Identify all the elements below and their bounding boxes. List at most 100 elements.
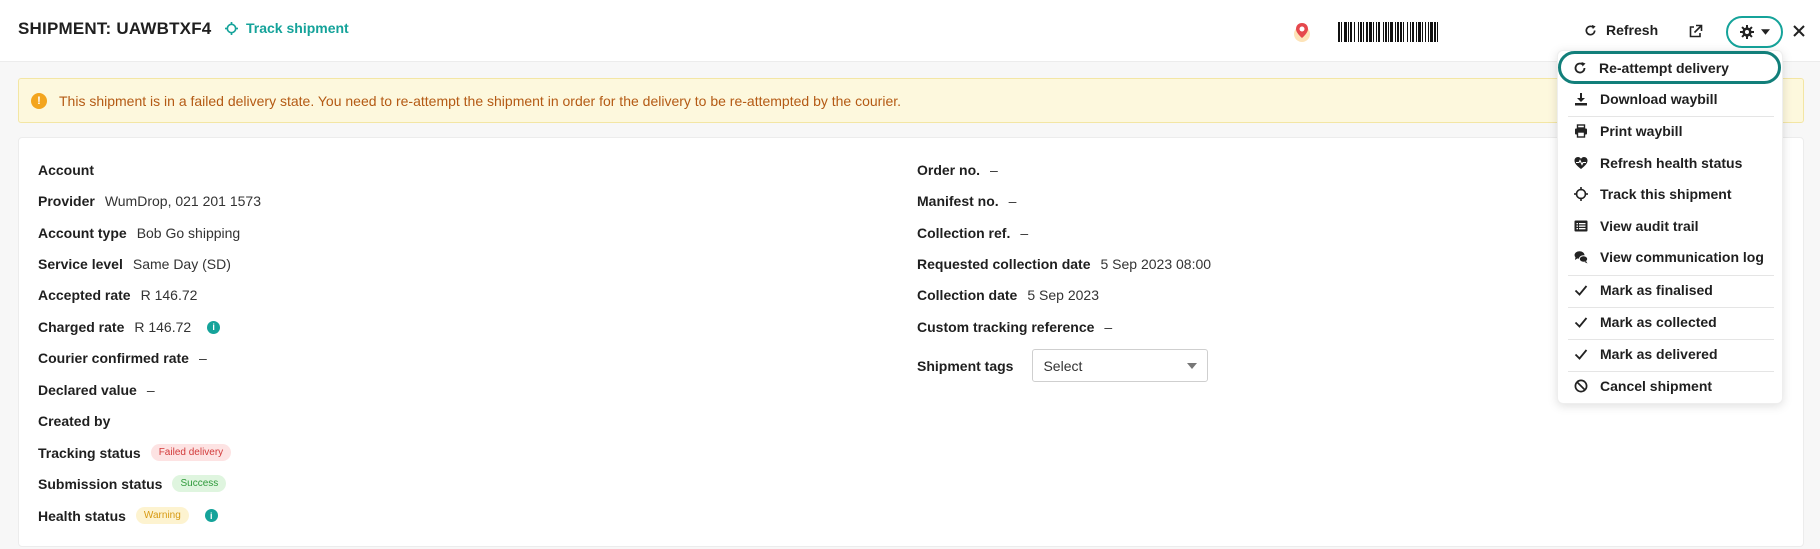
- info-icon[interactable]: i: [204, 509, 218, 522]
- shipment-details-card: Account Provider WumDrop, 021 201 1573 A…: [18, 137, 1804, 547]
- actions-menu-button[interactable]: [1726, 16, 1783, 48]
- track-shipment-label: Track shipment: [246, 20, 349, 36]
- provider-row: Provider WumDrop, 021 201 1573: [38, 193, 261, 209]
- collection-ref-row: Collection ref. –: [917, 225, 1028, 241]
- menu-item-label: Refresh health status: [1600, 155, 1743, 171]
- custom-tracking-reference-label: Custom tracking reference: [917, 319, 1095, 335]
- check-icon: [1574, 285, 1588, 296]
- shipment-tags-label: Shipment tags: [917, 357, 1014, 374]
- requested-collection-date-value: 5 Sep 2023 08:00: [1100, 256, 1212, 272]
- submission-status-label: Submission status: [38, 475, 163, 492]
- accepted-rate-label: Accepted rate: [38, 287, 131, 303]
- courier-confirmed-rate-value: –: [198, 350, 207, 366]
- collection-ref-label: Collection ref.: [917, 225, 1011, 241]
- menu-item-refresh-health-status[interactable]: Refresh health status: [1568, 149, 1774, 177]
- menu-item-label: Mark as collected: [1600, 314, 1717, 330]
- gear-icon: [1739, 25, 1754, 39]
- printer-icon: [1575, 124, 1587, 138]
- created-by-label: Created by: [38, 413, 111, 429]
- alert-message: This shipment is in a failed delivery st…: [59, 92, 902, 109]
- refresh-button[interactable]: Refresh: [1584, 22, 1658, 38]
- account-row: Account: [38, 162, 104, 178]
- chevron-down-icon: [1187, 362, 1198, 369]
- menu-item-label: Cancel shipment: [1600, 378, 1713, 394]
- crosshair-icon: [225, 21, 238, 35]
- menu-item-re-attempt-delivery[interactable]: Re-attempt delivery: [1558, 51, 1781, 84]
- created-by-row: Created by: [38, 413, 120, 429]
- menu-item-download-waybill[interactable]: Download waybill: [1568, 85, 1774, 113]
- page-title: SHIPMENT: UAWBTXF4: [18, 19, 212, 38]
- order-no-value: –: [990, 162, 998, 178]
- track-shipment-link[interactable]: Track shipment: [225, 20, 349, 36]
- menu-item-track-this-shipment[interactable]: Track this shipment: [1568, 180, 1774, 208]
- collection-date-value: 5 Sep 2023: [1027, 287, 1099, 303]
- close-icon[interactable]: [1791, 23, 1807, 39]
- menu-item-label: View communication log: [1600, 249, 1764, 265]
- download-icon: [1575, 93, 1587, 106]
- chevron-down-icon: [1760, 29, 1770, 35]
- menu-item-cancel-shipment[interactable]: Cancel shipment: [1568, 372, 1774, 400]
- custom-tracking-reference-row: Custom tracking reference –: [917, 319, 1112, 335]
- menu-item-label: Mark as delivered: [1600, 346, 1718, 362]
- charged-rate-value: R 146.72: [134, 319, 192, 335]
- menu-item-mark-as-collected[interactable]: Mark as collected: [1568, 308, 1774, 336]
- status-badge: Success: [172, 475, 227, 492]
- status-badge: Warning: [135, 507, 189, 524]
- status-badge: Failed delivery: [150, 444, 232, 461]
- health-status-label: Health status: [38, 507, 126, 524]
- courier-confirmed-rate-row: Courier confirmed rate –: [38, 350, 207, 366]
- menu-item-view-communication-log[interactable]: View communication log: [1568, 243, 1774, 271]
- account-label: Account: [38, 162, 94, 178]
- requested-collection-date-row: Requested collection date 5 Sep 2023 08:…: [917, 256, 1211, 272]
- menu-item-mark-as-delivered[interactable]: Mark as delivered: [1568, 340, 1774, 368]
- chat-icon: [1574, 251, 1588, 264]
- charged-rate-label: Charged rate: [38, 319, 125, 335]
- select-placeholder: Select: [1043, 357, 1083, 374]
- warning-icon: !: [31, 92, 47, 109]
- external-link-icon[interactable]: [1688, 24, 1703, 39]
- custom-tracking-reference-value: –: [1104, 319, 1113, 335]
- account-type-label: Account type: [38, 225, 127, 241]
- check-icon: [1574, 317, 1588, 328]
- tracking-status-row: Tracking status Failed delivery: [38, 444, 232, 461]
- failed-delivery-alert: ! This shipment is in a failed delivery …: [18, 78, 1804, 123]
- submission-status-row: Submission status Success: [38, 475, 227, 492]
- map-pin-icon[interactable]: [1292, 21, 1312, 43]
- menu-item-label: Re-attempt delivery: [1599, 59, 1729, 76]
- service-level-row: Service level Same Day (SD): [38, 256, 231, 272]
- service-level-value: Same Day (SD): [132, 256, 231, 272]
- collection-date-label: Collection date: [917, 287, 1018, 303]
- declared-value-value: –: [146, 382, 155, 398]
- menu-item-view-audit-trail[interactable]: View audit trail: [1568, 212, 1774, 240]
- shipment-tags-select[interactable]: Select: [1032, 349, 1209, 382]
- actions-dropdown-menu: Re-attempt delivery Download waybill Pri…: [1557, 50, 1783, 404]
- order-no-label: Order no.: [917, 162, 981, 178]
- crosshair-icon: [1574, 187, 1588, 201]
- account-type-row: Account type Bob Go shipping: [38, 225, 240, 241]
- menu-item-print-waybill[interactable]: Print waybill: [1568, 117, 1774, 145]
- refresh-icon: [1585, 24, 1596, 36]
- collection-date-row: Collection date 5 Sep 2023: [917, 287, 1099, 303]
- check-icon: [1574, 349, 1588, 360]
- manifest-no-value: –: [1008, 193, 1017, 209]
- provider-label: Provider: [38, 193, 95, 209]
- barcode-image: [1338, 22, 1438, 42]
- menu-item-label: Download waybill: [1600, 91, 1718, 107]
- order-no-row: Order no. –: [917, 162, 998, 178]
- accepted-rate-value: R 146.72: [140, 287, 198, 303]
- refresh-label: Refresh: [1606, 22, 1659, 38]
- service-level-label: Service level: [38, 256, 123, 272]
- shipment-tags-row: Shipment tags Select: [917, 349, 1209, 382]
- info-icon[interactable]: i: [207, 320, 221, 334]
- menu-item-mark-as-finalised[interactable]: Mark as finalised: [1568, 276, 1774, 304]
- charged-rate-row: Charged rate R 146.72 i: [38, 319, 221, 335]
- menu-item-label: View audit trail: [1600, 218, 1699, 234]
- heart-pulse-icon: [1574, 157, 1588, 169]
- menu-item-label: Mark as finalised: [1600, 282, 1713, 298]
- manifest-no-label: Manifest no.: [917, 193, 999, 209]
- tracking-status-label: Tracking status: [38, 444, 141, 461]
- declared-value-row: Declared value –: [38, 382, 155, 398]
- declared-value-label: Declared value: [38, 382, 137, 398]
- ban-icon: [1574, 379, 1588, 393]
- redo-icon: [1574, 61, 1586, 73]
